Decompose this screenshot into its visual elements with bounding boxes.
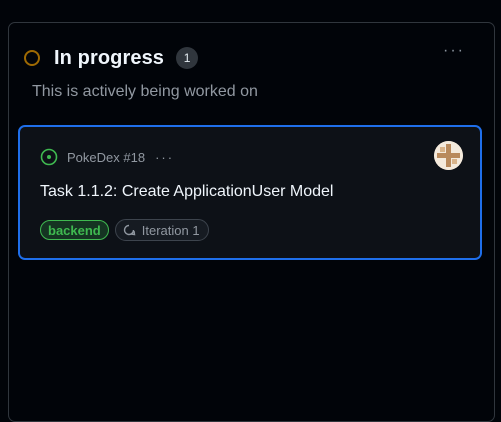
card-meta: PokeDex #18 ··· [40,147,174,167]
column-header: In progress 1 [24,44,199,72]
column-menu-button[interactable]: ··· [440,42,468,64]
card-labels: backend Iteration 1 [40,219,209,241]
status-circle-icon [24,50,40,66]
avatar-icon [434,141,463,170]
iteration-field[interactable]: Iteration 1 [114,219,209,241]
item-count-badge: 1 [176,47,199,69]
issue-opened-icon [40,148,58,166]
column-title: In progress [54,46,165,69]
assignee-avatar[interactable] [434,141,463,170]
repo-issue-link[interactable]: PokeDex #18 [67,150,145,165]
card-title[interactable]: Task 1.1.2: Create ApplicationUser Model [40,183,333,201]
iteration-label: Iteration 1 [141,222,200,238]
column-description: This is actively being worked on [32,83,258,100]
kebab-horizontal-icon: ··· [443,42,465,59]
label-backend[interactable]: backend [40,220,109,240]
card-more-button[interactable]: ··· [155,150,174,165]
iteration-icon [123,224,136,236]
issue-card[interactable]: PokeDex #18 ··· Task 1.1.2: Create Appli… [18,125,482,260]
